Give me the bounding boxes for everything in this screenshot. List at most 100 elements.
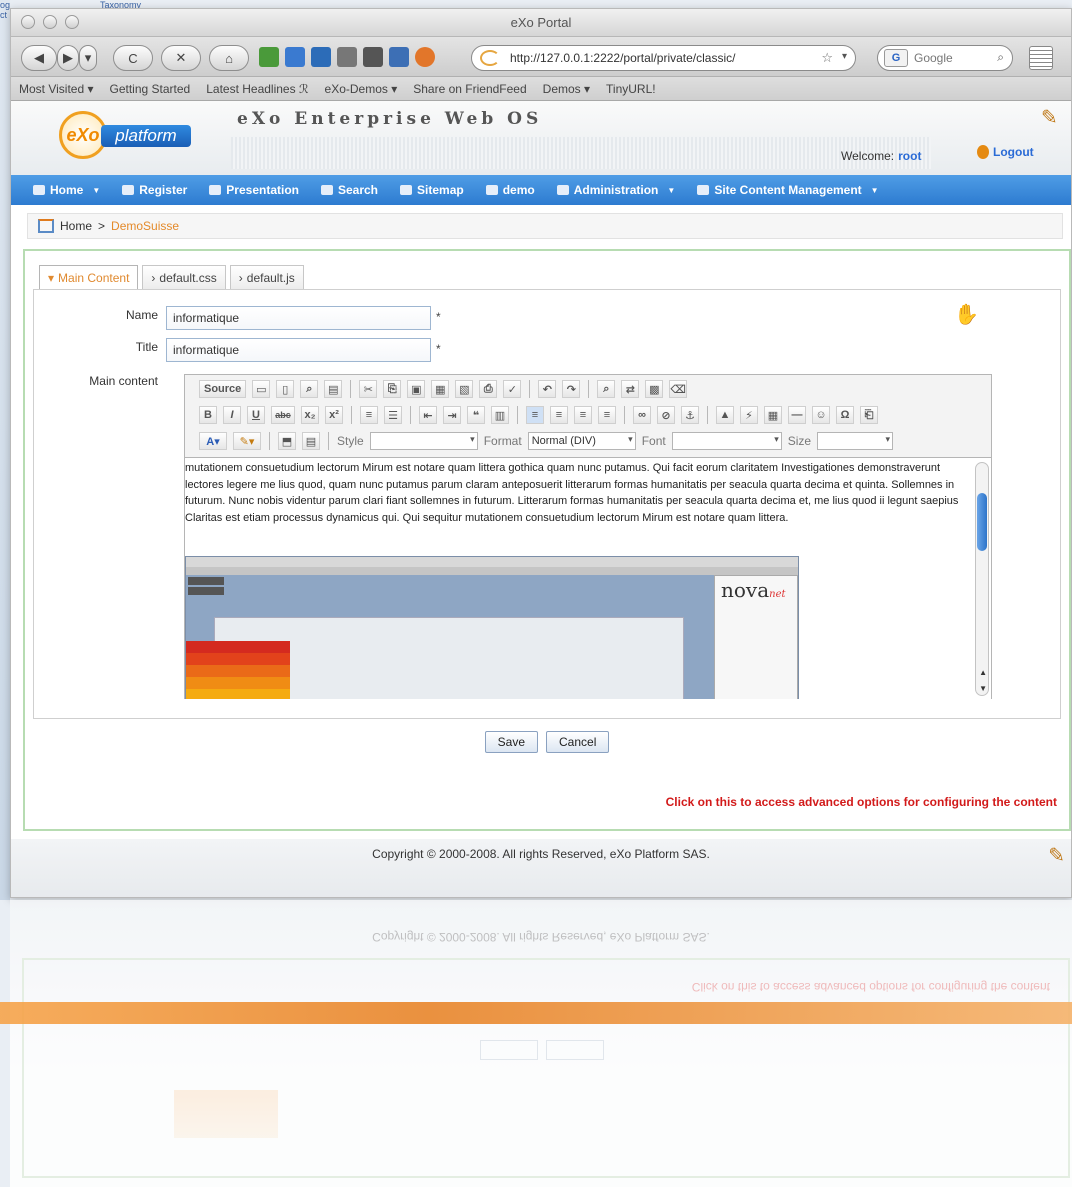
style-select[interactable]: ▾ <box>369 432 478 450</box>
sidebar-toggle-icon[interactable] <box>1029 46 1053 70</box>
save-button[interactable]: Save <box>484 731 538 753</box>
bookmark-tinyurl[interactable]: TinyURL! <box>606 82 656 96</box>
editor-content-area[interactable]: mutationem consuetudium lectorum Mirum e… <box>185 457 991 699</box>
spellcheck-icon[interactable]: ✓ <box>503 380 522 398</box>
editor-scrollbar[interactable] <box>975 462 989 696</box>
addon-icon-1[interactable] <box>259 47 279 67</box>
welcome-username[interactable]: root <box>898 149 921 163</box>
name-field[interactable]: informatique <box>166 306 431 330</box>
paste-text-icon[interactable]: ▦ <box>431 380 450 398</box>
reload-button[interactable]: C <box>113 45 153 71</box>
bookmark-exo-demos[interactable]: eXo-Demos ▾ <box>325 82 398 96</box>
size-select[interactable]: ▾ <box>817 432 894 450</box>
paste-icon[interactable]: ▣ <box>407 380 426 398</box>
advanced-options-link[interactable]: Click on this to access advanced options… <box>666 795 1057 809</box>
bold-icon[interactable]: B <box>199 406 217 424</box>
edit-pencil-icon[interactable]: ✎ <box>1041 105 1065 129</box>
save-doc-icon[interactable]: ▭ <box>252 380 271 398</box>
history-dropdown-button[interactable]: ▾ <box>79 45 97 71</box>
text-color-icon[interactable]: A▾ <box>199 432 227 450</box>
templates-icon[interactable]: ▤ <box>324 380 343 398</box>
remove-format-icon[interactable]: ⌫ <box>669 380 688 398</box>
italic-icon[interactable]: I <box>223 406 241 424</box>
new-page-icon[interactable]: ▯ <box>276 380 295 398</box>
feed-icon[interactable] <box>415 47 435 67</box>
print-icon[interactable]: ⎙ <box>479 380 498 398</box>
anchor-icon[interactable]: ⚓ <box>681 406 699 424</box>
outdent-icon[interactable]: ⇤ <box>419 406 437 424</box>
breadcrumb-current[interactable]: DemoSuisse <box>111 219 179 233</box>
nav-item-home[interactable]: Home ▼ <box>33 183 100 197</box>
tab-main-content[interactable]: ▾ Main Content <box>39 265 139 289</box>
numbered-list-icon[interactable]: ≡ <box>360 406 378 424</box>
bookmark-share-friendfeed[interactable]: Share on FriendFeed <box>413 82 526 96</box>
forward-button[interactable]: ▶ <box>57 45 79 71</box>
nav-item-administration[interactable]: Administration ▼ <box>556 183 675 197</box>
undo-icon[interactable]: ↶ <box>538 380 557 398</box>
bookmark-most-visited[interactable]: Most Visited ▾ <box>19 82 94 96</box>
back-button[interactable]: ◀ <box>21 45 57 71</box>
align-justify-icon[interactable]: ≡ <box>598 406 616 424</box>
cut-icon[interactable]: ✂ <box>359 380 378 398</box>
font-select[interactable]: ▾ <box>671 432 782 450</box>
nav-item-sitemap[interactable]: Sitemap <box>400 183 464 197</box>
preview-icon[interactable]: ⌕ <box>300 380 319 398</box>
select-all-icon[interactable]: ▩ <box>645 380 664 398</box>
background-color-icon[interactable]: ✎▾ <box>233 432 261 450</box>
page-break-icon[interactable]: ⎗ <box>860 406 878 424</box>
bookmark-latest-headlines[interactable]: Latest Headlines ℛ <box>206 82 308 96</box>
bookmark-demos[interactable]: Demos ▾ <box>543 82 590 96</box>
paste-word-icon[interactable]: ▧ <box>455 380 474 398</box>
cancel-button[interactable]: Cancel <box>546 731 610 753</box>
title-field[interactable]: informatique <box>166 338 431 362</box>
addon-icon-3[interactable] <box>311 47 331 67</box>
nav-item-presentation[interactable]: Presentation <box>209 183 299 197</box>
smiley-icon[interactable]: ☺ <box>812 406 830 424</box>
stop-button[interactable]: ✕ <box>161 45 201 71</box>
format-select[interactable]: Normal (DIV) ▾ <box>527 432 636 450</box>
create-div-icon[interactable]: ▥ <box>491 406 509 424</box>
drag-hand-icon[interactable]: ✋ <box>954 302 979 327</box>
editor-text[interactable]: mutationem consuetudium lectorum Mirum e… <box>185 460 971 526</box>
strikethrough-icon[interactable]: abc <box>271 406 295 424</box>
search-engine-icon[interactable]: G <box>884 49 908 67</box>
tab-default-js[interactable]: › default.js <box>229 265 304 289</box>
scroll-down-arrow[interactable]: ▼ <box>979 684 987 693</box>
logout-link[interactable]: Logout <box>977 145 1034 159</box>
embedded-screenshot-image[interactable]: novanet <box>185 556 799 699</box>
replace-icon[interactable]: ⇄ <box>621 380 640 398</box>
link-icon[interactable]: ∞ <box>633 406 651 424</box>
edit-pencil-icon[interactable]: ✎ <box>1048 843 1065 868</box>
search-box[interactable]: G Google ⌕ <box>877 45 1013 71</box>
addon-icon-4[interactable] <box>389 47 409 67</box>
copy-icon[interactable]: ⎘ <box>383 380 402 398</box>
addon-icon-2[interactable] <box>285 47 305 67</box>
tab-default-css[interactable]: › default.css <box>142 265 226 289</box>
screenshot-icon[interactable] <box>363 47 383 67</box>
find-icon[interactable]: ⌕ <box>597 380 616 398</box>
nav-item-demo[interactable]: demo <box>485 183 535 197</box>
bookmark-getting-started[interactable]: Getting Started <box>110 82 191 96</box>
horizontal-rule-icon[interactable]: ― <box>788 406 806 424</box>
blockquote-icon[interactable]: ❝ <box>467 406 485 424</box>
bulleted-list-icon[interactable]: ☰ <box>384 406 402 424</box>
exo-platform-logo[interactable]: eXo platform <box>59 111 195 159</box>
show-blocks-icon[interactable]: ▤ <box>302 432 320 450</box>
redo-icon[interactable]: ↷ <box>562 380 581 398</box>
flash-icon[interactable]: ⚡ <box>740 406 758 424</box>
nav-item-register[interactable]: Register <box>122 183 187 197</box>
home-button[interactable]: ⌂ <box>209 45 249 71</box>
scrollbar-thumb[interactable] <box>977 493 987 551</box>
image-icon[interactable]: ▲ <box>716 406 734 424</box>
search-icon[interactable]: ⌕ <box>997 50 1004 65</box>
breadcrumb-home[interactable]: Home <box>60 219 92 233</box>
unlink-icon[interactable]: ⊘ <box>657 406 675 424</box>
align-left-icon[interactable]: ≡ <box>526 406 544 424</box>
maximize-icon[interactable]: ⬒ <box>278 432 296 450</box>
scroll-up-arrow[interactable]: ▲ <box>979 668 987 677</box>
source-button[interactable]: Source <box>199 380 247 398</box>
superscript-icon[interactable]: x² <box>325 406 343 424</box>
table-icon[interactable]: ▦ <box>764 406 782 424</box>
subscript-icon[interactable]: x₂ <box>301 406 319 424</box>
bookmark-star-icon[interactable]: ☆ <box>821 50 833 66</box>
